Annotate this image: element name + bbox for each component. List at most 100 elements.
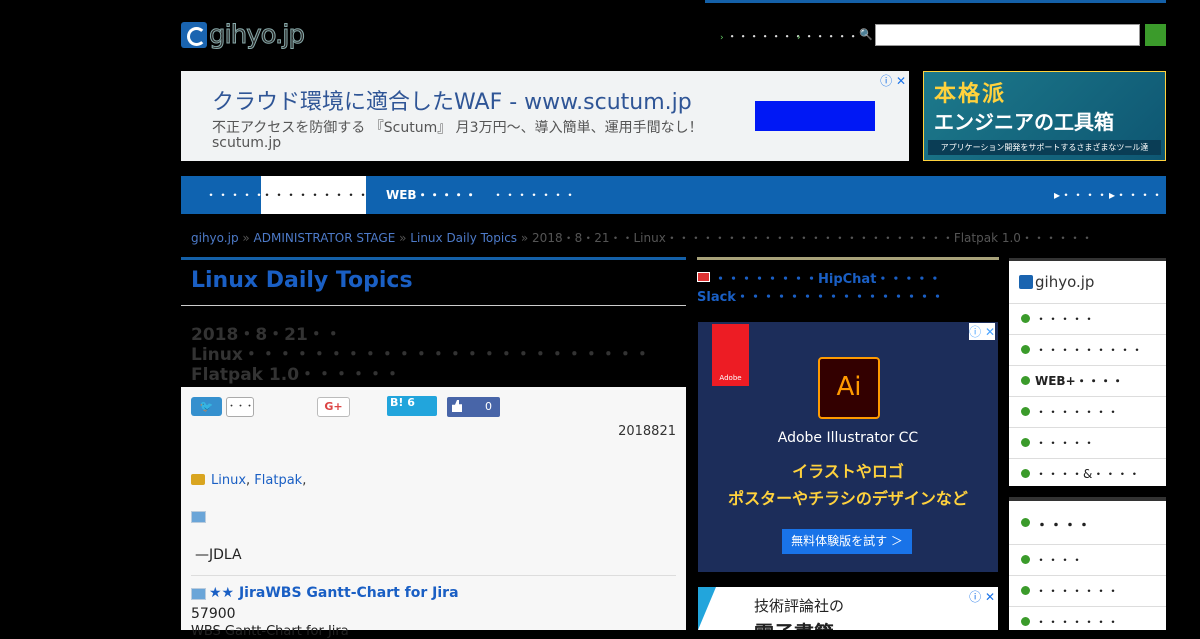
- breadcrumb: gihyo.jp » ADMINISTRATOR STAGE » Linux D…: [191, 229, 1093, 246]
- header-link-1-label: ・・・・・・・: [726, 30, 804, 43]
- article-date: 2018821: [618, 424, 676, 439]
- breadcrumb-current: 2018・8・21・・Linux・・・・・・・・・・・・・・・・・・・・・・・・…: [532, 231, 1093, 245]
- facebook-like-count: 0: [485, 400, 492, 413]
- nav-item-1[interactable]: ・・・・・: [205, 176, 265, 214]
- search-icon: 🔍: [859, 28, 873, 41]
- article-body: 🐦 ・・・ G+ B! 6 0 2018821 Linux, Flatpak, …: [181, 387, 686, 639]
- ad-product-name: Adobe Illustrator CC: [777, 430, 919, 446]
- middle-headline-text: ・・・・・・・・HipChat・・・・・Slack・・・・・・・・・・・・・・・…: [697, 272, 944, 305]
- related-ad-subtitle: WBS Gantt-Chart for Jira: [191, 624, 349, 639]
- section-divider: [181, 305, 686, 306]
- adobe-logo: Adobe: [712, 324, 749, 386]
- tag-flatpak[interactable]: Flatpak: [254, 473, 302, 488]
- header-top-accent: [705, 0, 1166, 3]
- ad-tools-line3: アプリケーション開発をサポートするさまざまなツール達: [928, 140, 1161, 155]
- search-button[interactable]: [1145, 24, 1166, 46]
- ad-title[interactable]: クラウド環境に適合したWAF - www.scutum.jp: [212, 84, 692, 116]
- middle-headline-link[interactable]: ・・・・・・・・HipChat・・・・・Slack・・・・・・・・・・・・・・・…: [697, 271, 997, 307]
- nav-right-item-1[interactable]: ▸・・・・: [1054, 176, 1108, 214]
- sidebar2-item-1[interactable]: ・・・・: [1009, 544, 1166, 575]
- bullet-icon: [1021, 345, 1030, 354]
- hatena-bookmark-button[interactable]: B! 6: [387, 396, 437, 416]
- facebook-like-button[interactable]: 0: [447, 397, 500, 417]
- ad-cta-button[interactable]: 無料体験版を試す ＞: [782, 529, 912, 554]
- nav-item-web[interactable]: WEB・・・・・: [386, 176, 477, 214]
- sidebar-item-2[interactable]: ・・・・・・・・・: [1009, 334, 1166, 365]
- header-link-1[interactable]: › ・・・・・・・: [720, 28, 804, 44]
- ad-close-icon[interactable]: ⓘ ✕: [969, 323, 995, 340]
- sidebar-item-5[interactable]: ・・・・・: [1009, 427, 1166, 458]
- sidebar-item-label: ・・・・・・・: [1035, 584, 1120, 598]
- ad-ebooks-line1: 技術評論社の: [754, 597, 845, 615]
- sidebar-logo-text: gihyo.jp: [1035, 273, 1095, 291]
- article-tags: Linux, Flatpak,: [191, 473, 306, 488]
- bullet-icon: [1021, 617, 1030, 626]
- sidebar-item-label: ・・・・・・・: [1035, 405, 1120, 419]
- sidebar-logo[interactable]: gihyo.jp: [1019, 273, 1094, 291]
- sidebar-item-1[interactable]: ・・・・・: [1009, 303, 1166, 334]
- ad-engineer-tools[interactable]: 本格派 エンジニアの工具箱 アプリケーション開発をサポートするさまざまなツール達: [923, 71, 1166, 161]
- breadcrumb-level1[interactable]: ADMINISTRATOR STAGE: [254, 231, 396, 245]
- breadcrumb-home[interactable]: gihyo.jp: [191, 231, 239, 245]
- logo-text: gihyo.jp: [208, 20, 305, 51]
- sidebar-sites: gihyo.jp ・・・・・ ・・・・・・・・・ WEB+・・・・ ・・・・・・…: [1009, 258, 1166, 486]
- bullet-icon: [1021, 314, 1030, 323]
- section-top-rule: [181, 257, 686, 260]
- ad-tools-line1: 本格派: [934, 82, 1007, 107]
- arrow-icon: ›: [797, 33, 801, 43]
- arrow-icon: ›: [720, 33, 724, 43]
- ad-close-icon[interactable]: ⓘ ✕: [880, 72, 906, 89]
- flag-icon: [697, 272, 710, 282]
- sidebar-item-6[interactable]: ・・・・&・・・・: [1009, 458, 1166, 489]
- sidebar-section2: ・・・・ ・・・・ ・・・・・・・ ・・・・・・・: [1009, 497, 1166, 630]
- ad-open-button[interactable]: [755, 101, 875, 131]
- related-ad-title[interactable]: ★★ JiraWBS Gantt-Chart for Jira: [209, 585, 459, 601]
- bullet-icon: [1021, 469, 1030, 478]
- ad-adobe-illustrator[interactable]: Adobe Ai Adobe Illustrator CC イラストやロゴ ポス…: [698, 322, 998, 572]
- bullet-icon: [1021, 407, 1030, 416]
- ad-ebooks[interactable]: 技術評論社の 電子書籍 ⓘ ✕: [698, 587, 998, 630]
- thumbs-up-icon: [452, 400, 462, 412]
- bullet-icon: [1021, 376, 1030, 385]
- search-input[interactable]: [875, 24, 1140, 46]
- sidebar-item-label: ・・・・・: [1035, 436, 1096, 450]
- ad-description: 不正アクセスを防御する 『Scutum』 月3万円〜、導入簡単、運用手間なし！: [212, 120, 703, 136]
- sidebar2-item-3[interactable]: ・・・・・・・: [1009, 606, 1166, 637]
- logo-mark-icon: [1019, 275, 1033, 289]
- logo-mark-icon: [181, 22, 207, 48]
- ad-tools-line2: エンジニアの工具箱: [934, 110, 1114, 134]
- sidebar-item-label: ・・・・&・・・・: [1035, 467, 1141, 481]
- twitter-share-button[interactable]: 🐦: [191, 397, 222, 416]
- sidebar-item-label: ・・・・・: [1035, 312, 1096, 326]
- adobe-brand-text: Adobe: [719, 374, 742, 382]
- middle-top-rule: [697, 257, 999, 260]
- sidebar2-item-2[interactable]: ・・・・・・・: [1009, 575, 1166, 606]
- ad-domain: scutum.jp: [212, 135, 282, 151]
- nav-item-4[interactable]: ・・・・・・・: [492, 176, 576, 214]
- image-icon: [191, 511, 206, 523]
- header-link-2-label: ・・・・・: [803, 30, 859, 43]
- nav-item-2-active[interactable]: ・・・・・・・・・: [261, 176, 369, 214]
- ad-close-icon[interactable]: ⓘ ✕: [969, 588, 995, 605]
- main-nav: ・・・・・ ・・・・・・・・・ WEB・・・・・ ・・・・・・・ ▸・・・・ ▸…: [181, 176, 1166, 214]
- nav-right-item-2[interactable]: ▸・・・・: [1109, 176, 1163, 214]
- sidebar-item-label: WEB+・・・・: [1035, 374, 1124, 388]
- breadcrumb-sep: »: [395, 231, 411, 245]
- ad-stripe: [698, 587, 716, 630]
- bullet-icon: [1021, 438, 1030, 447]
- header-link-2[interactable]: › ・・・・・: [797, 28, 859, 44]
- article-divider: [191, 575, 676, 576]
- section-title[interactable]: Linux Daily Topics: [191, 268, 413, 293]
- ad-line2: ポスターやチラシのデザインなど: [728, 489, 968, 508]
- ad-banner-scutum[interactable]: クラウド環境に適合したWAF - www.scutum.jp 不正アクセスを防御…: [181, 71, 909, 161]
- sidebar-item-label: ・・・・: [1035, 553, 1084, 567]
- article-author: —JDLA: [195, 547, 242, 563]
- sidebar-item-4[interactable]: ・・・・・・・: [1009, 396, 1166, 427]
- sidebar-item-label: ・・・・・・・・・: [1035, 343, 1144, 357]
- breadcrumb-level2[interactable]: Linux Daily Topics: [410, 231, 517, 245]
- related-ad-number: 57900: [191, 606, 236, 622]
- sidebar-item-web[interactable]: WEB+・・・・: [1009, 365, 1166, 396]
- site-logo[interactable]: gihyo.jp: [181, 20, 306, 51]
- tag-linux[interactable]: Linux: [211, 473, 246, 488]
- gplus-share-button[interactable]: G+: [317, 397, 350, 417]
